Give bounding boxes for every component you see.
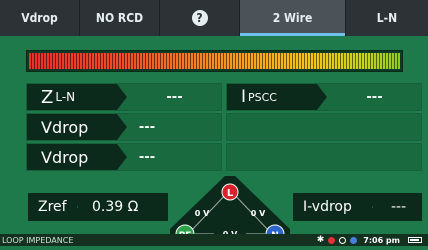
tab-label: NO RCD (95, 11, 144, 25)
empty-indicator-dot (339, 236, 347, 244)
clock: 7:06 pm (363, 235, 400, 245)
l-n-voltage: 0 V (251, 209, 266, 218)
empty-cell (226, 113, 422, 141)
zref-box[interactable]: Zref 0.39 Ω (28, 193, 168, 221)
ivdrop-label: I-vdrop (293, 193, 373, 221)
tab-help[interactable]: ? (160, 0, 240, 36)
status-bar: LOOP IMPEDANCE ✱ 7:06 pm (0, 234, 428, 246)
help-icon: ? (191, 10, 208, 26)
zln-value: --- (166, 89, 183, 105)
mode-label: LOOP IMPEDANCE (2, 235, 74, 245)
l-terminal: L (221, 183, 239, 201)
vdrop2-label: Vdrop (27, 144, 127, 170)
bargraph-fill (29, 53, 400, 69)
tab-label: L-N (376, 11, 398, 25)
tab-label: Vdrop (21, 11, 58, 25)
vdrop1-value: --- (138, 119, 156, 135)
tab-2-wire[interactable]: 2 Wire (240, 0, 346, 36)
tab-bar: Vdrop NO RCD ? 2 Wire L-N (0, 0, 428, 36)
ipscc-value: --- (366, 89, 383, 105)
tab-label: 2 Wire (272, 11, 313, 25)
tab-l-n[interactable]: L-N (346, 0, 428, 36)
ipscc-label: I PSCC (227, 84, 327, 110)
tab-no-rcd[interactable]: NO RCD (80, 0, 160, 36)
red-indicator-dot (328, 236, 336, 244)
l-pe-voltage: 0 V (195, 209, 210, 218)
battery-icon (408, 237, 422, 243)
ivdrop-box[interactable]: I-vdrop --- (293, 193, 422, 221)
signal-bargraph (26, 50, 403, 72)
tab-vdrop[interactable]: Vdrop (0, 0, 80, 36)
ivdrop-value: --- (391, 199, 407, 215)
vdrop1-label: Vdrop (27, 114, 127, 140)
status-icons: ✱ 7:06 pm (317, 234, 422, 246)
blue-indicator-dot (350, 236, 358, 244)
vdrop2-value: --- (138, 149, 156, 165)
zref-value: 0.39 Ω (92, 199, 139, 215)
empty-cell (226, 143, 422, 171)
bluetooth-icon: ✱ (316, 235, 325, 245)
zln-label: Z L-N (27, 84, 127, 110)
l-terminal-label: L (227, 188, 234, 199)
zref-label: Zref (28, 193, 78, 221)
